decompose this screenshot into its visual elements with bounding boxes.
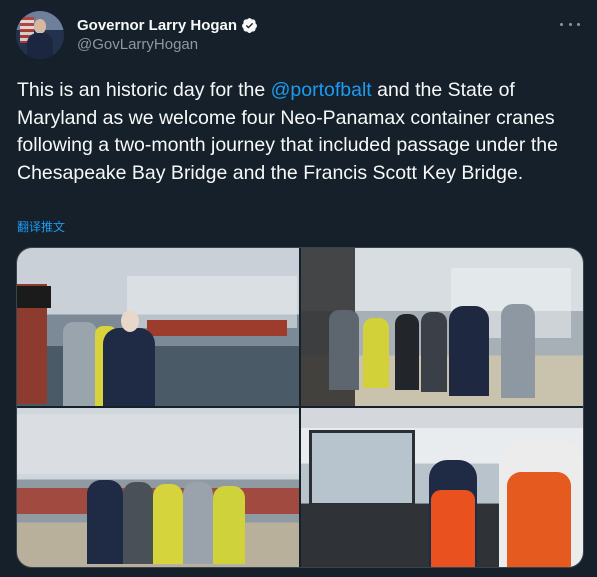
person-grey-suit bbox=[63, 322, 97, 406]
more-dot bbox=[577, 22, 580, 26]
mention-link[interactable]: @portofbalt bbox=[271, 79, 372, 101]
more-dot bbox=[560, 22, 563, 26]
person-speaker bbox=[449, 306, 489, 396]
person-life-vest-2 bbox=[507, 472, 571, 567]
avatar-suit bbox=[27, 33, 53, 59]
avatar-head bbox=[34, 19, 46, 33]
person-dark-suit-2 bbox=[421, 312, 447, 392]
person-head bbox=[121, 310, 139, 332]
person-life-vest bbox=[431, 490, 475, 567]
person-dark-suit bbox=[87, 480, 123, 564]
camera-equipment bbox=[17, 286, 51, 308]
tweet-text-start: This is an historic day for the bbox=[17, 79, 271, 101]
tweet-text: This is an historic day for the @portofb… bbox=[17, 77, 582, 187]
person-grey-suit bbox=[329, 310, 359, 390]
tweet: Governor Larry Hogan @GovLarryHogan This… bbox=[0, 0, 597, 577]
cabin-ceiling bbox=[301, 408, 583, 428]
cabin-window bbox=[309, 430, 415, 506]
avatar[interactable] bbox=[16, 11, 64, 59]
author-handle[interactable]: @GovLarryHogan bbox=[77, 36, 198, 53]
photo-2[interactable] bbox=[301, 248, 583, 406]
display-name[interactable]: Governor Larry Hogan bbox=[77, 17, 237, 34]
person-light-suit bbox=[501, 304, 535, 398]
more-options-icon[interactable] bbox=[560, 16, 580, 32]
photo-3[interactable] bbox=[17, 408, 299, 567]
author-name-row: Governor Larry Hogan bbox=[77, 15, 258, 35]
person-safety-vest bbox=[363, 318, 389, 388]
media-grid bbox=[16, 247, 584, 568]
more-dot bbox=[568, 22, 572, 26]
translate-tweet-link[interactable]: 翻译推文 bbox=[17, 218, 65, 235]
person-dark-suit bbox=[103, 328, 155, 406]
photo-1[interactable] bbox=[17, 248, 299, 406]
person-safety-vest bbox=[153, 484, 183, 564]
person-light-suit bbox=[183, 482, 213, 564]
person-dark-suit bbox=[395, 314, 419, 390]
verified-badge-icon bbox=[242, 17, 257, 33]
person-safety-vest-2 bbox=[213, 486, 245, 564]
person-grey-suit bbox=[123, 482, 153, 564]
crane-structure bbox=[17, 414, 299, 474]
photo-4[interactable] bbox=[301, 408, 583, 567]
ship-hull bbox=[147, 320, 287, 336]
